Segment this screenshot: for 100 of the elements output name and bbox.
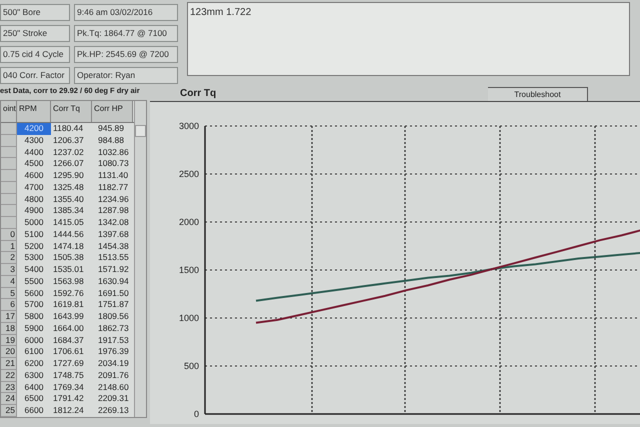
table-cell-text: 1812.24 — [52, 405, 85, 417]
table-cell-text: 1505.38 — [52, 252, 85, 264]
row-number: 19 — [1, 334, 17, 346]
table-cell-text: 1342.08 — [97, 217, 130, 229]
table-cell-text: 1415.05 — [52, 217, 85, 229]
table-cell-text: 1684.37 — [52, 334, 85, 346]
table-cell-text: 6300 — [24, 370, 44, 382]
info-field: 9:46 am 03/02/2016 — [74, 4, 178, 21]
table-cell-text: 6200 — [24, 358, 44, 370]
table-cell-text: 1266.07 — [52, 158, 85, 170]
row-number: 3 — [1, 264, 17, 276]
table-cell-text: 1444.56 — [52, 228, 85, 240]
row-number: 22 — [1, 370, 17, 382]
y-tick-label: 3000 — [178, 121, 199, 131]
info-field: Operator: Ryan — [74, 67, 178, 84]
table-cell-text: 2148.60 — [97, 382, 130, 394]
row-number — [1, 170, 17, 182]
row-number: 23 — [1, 382, 17, 394]
row-number: 2 — [1, 252, 17, 264]
column-header[interactable]: Corr Tq — [51, 101, 92, 122]
scrollbar[interactable] — [134, 101, 146, 417]
table-cell-text: 1325.48 — [52, 182, 85, 194]
table-cell-text: 5900 — [24, 322, 44, 334]
table-cell-text: 6600 — [24, 405, 44, 417]
table-cell-text: 1454.38 — [97, 240, 130, 252]
table-cell-text: 1809.56 — [97, 311, 130, 323]
table-cell-text: 2091.76 — [97, 370, 130, 382]
row-number — [1, 194, 17, 206]
row-number — [1, 217, 17, 229]
row-number: 5 — [1, 288, 17, 300]
tab[interactable]: Troubleshoot — [488, 87, 588, 101]
info-field: Pk.Tq: 1864.77 @ 7100 — [74, 25, 178, 42]
table-cell-text: 1295.90 — [52, 170, 85, 182]
row-number — [1, 146, 17, 158]
table-cell-text: 2269.13 — [97, 405, 130, 417]
table-cell: 4200 — [17, 123, 51, 135]
table-cell-text: 1535.01 — [52, 264, 85, 276]
table-cell-text: 1748.75 — [52, 370, 85, 382]
table-cell-text: 945.89 — [97, 123, 125, 135]
table-cell-text: 1237.02 — [52, 146, 85, 158]
comments-field[interactable]: 123mm 1.722 — [187, 2, 630, 76]
row-number — [1, 205, 17, 217]
table-cell-text: 1791.42 — [52, 393, 85, 405]
y-tick-label: 500 — [184, 361, 199, 371]
table-cell-text: 1563.98 — [52, 276, 85, 288]
row-number: 18 — [1, 322, 17, 334]
table-cell-text: 1182.77 — [97, 182, 130, 194]
table-cell-text: 5200 — [24, 240, 44, 252]
table-cell-text: 1571.92 — [97, 264, 130, 276]
table-cell-text: 4900 — [24, 205, 44, 217]
table-cell-text: 6400 — [24, 382, 44, 394]
info-field: Pk.HP: 2545.69 @ 7200 — [74, 46, 178, 63]
table-cell-text: 2209.31 — [97, 393, 130, 405]
y-tick-label: 2000 — [178, 217, 199, 227]
table-cell-text: 1630.94 — [97, 276, 130, 288]
row-number: 4 — [1, 276, 17, 288]
table-cell-text: 4300 — [24, 134, 44, 146]
row-number: 24 — [1, 393, 17, 405]
row-number — [1, 182, 17, 194]
table-cell-text: 1706.61 — [52, 346, 85, 358]
y-tick-label: 0 — [194, 409, 199, 419]
y-tick-label: 1000 — [178, 313, 199, 323]
table-cell-text: 1397.68 — [97, 228, 130, 240]
table-cell-text: 1474.18 — [52, 240, 85, 252]
table-cell-text: 1131.40 — [97, 170, 130, 182]
table-cell-text: 6100 — [24, 346, 44, 358]
info-field: 500" Bore — [0, 4, 70, 21]
row-number: 17 — [1, 311, 17, 323]
table-cell-text: 1619.81 — [52, 299, 85, 311]
table-cell-text: 1862.73 — [97, 322, 130, 334]
table-cell-text: 1917.53 — [97, 334, 130, 346]
info-field: 040 Corr. Factor — [0, 67, 70, 84]
table-cell-text: 4500 — [24, 158, 44, 170]
row-number — [1, 123, 17, 135]
table-cell-text: 1513.55 — [97, 252, 130, 264]
table-cell-text: 5600 — [24, 288, 44, 300]
table-cell-text: 1769.34 — [52, 382, 85, 394]
table-cell-text: 5400 — [24, 264, 44, 276]
table-cell-text: 1287.98 — [97, 205, 130, 217]
row-number: 20 — [1, 346, 17, 358]
table-cell-text: 5100 — [24, 228, 44, 240]
table-cell-text: 1592.76 — [52, 288, 85, 300]
column-header[interactable]: oint — [1, 101, 17, 122]
table-cell-text: 4400 — [24, 146, 44, 158]
scroll-thumb[interactable] — [135, 125, 146, 137]
table-cell-text: 1080.73 — [97, 158, 130, 170]
table-cell-text: 1234.96 — [97, 194, 130, 206]
row-number: 21 — [1, 358, 17, 370]
table-cell-text: 4700 — [24, 182, 44, 194]
table-cell-text: 4800 — [24, 194, 44, 206]
table-cell-text: 5500 — [24, 276, 44, 288]
row-number: 1 — [1, 240, 17, 252]
table-cell-text: 5300 — [24, 252, 44, 264]
column-header[interactable]: Corr HP — [92, 101, 133, 122]
column-header[interactable]: RPM — [17, 101, 51, 122]
row-number — [1, 158, 17, 170]
table-cell-text: 1643.99 — [52, 311, 85, 323]
table-cell-text: 1664.00 — [52, 322, 85, 334]
table-cell-text: 1691.50 — [97, 288, 130, 300]
table-cell-text: 5800 — [24, 311, 44, 323]
